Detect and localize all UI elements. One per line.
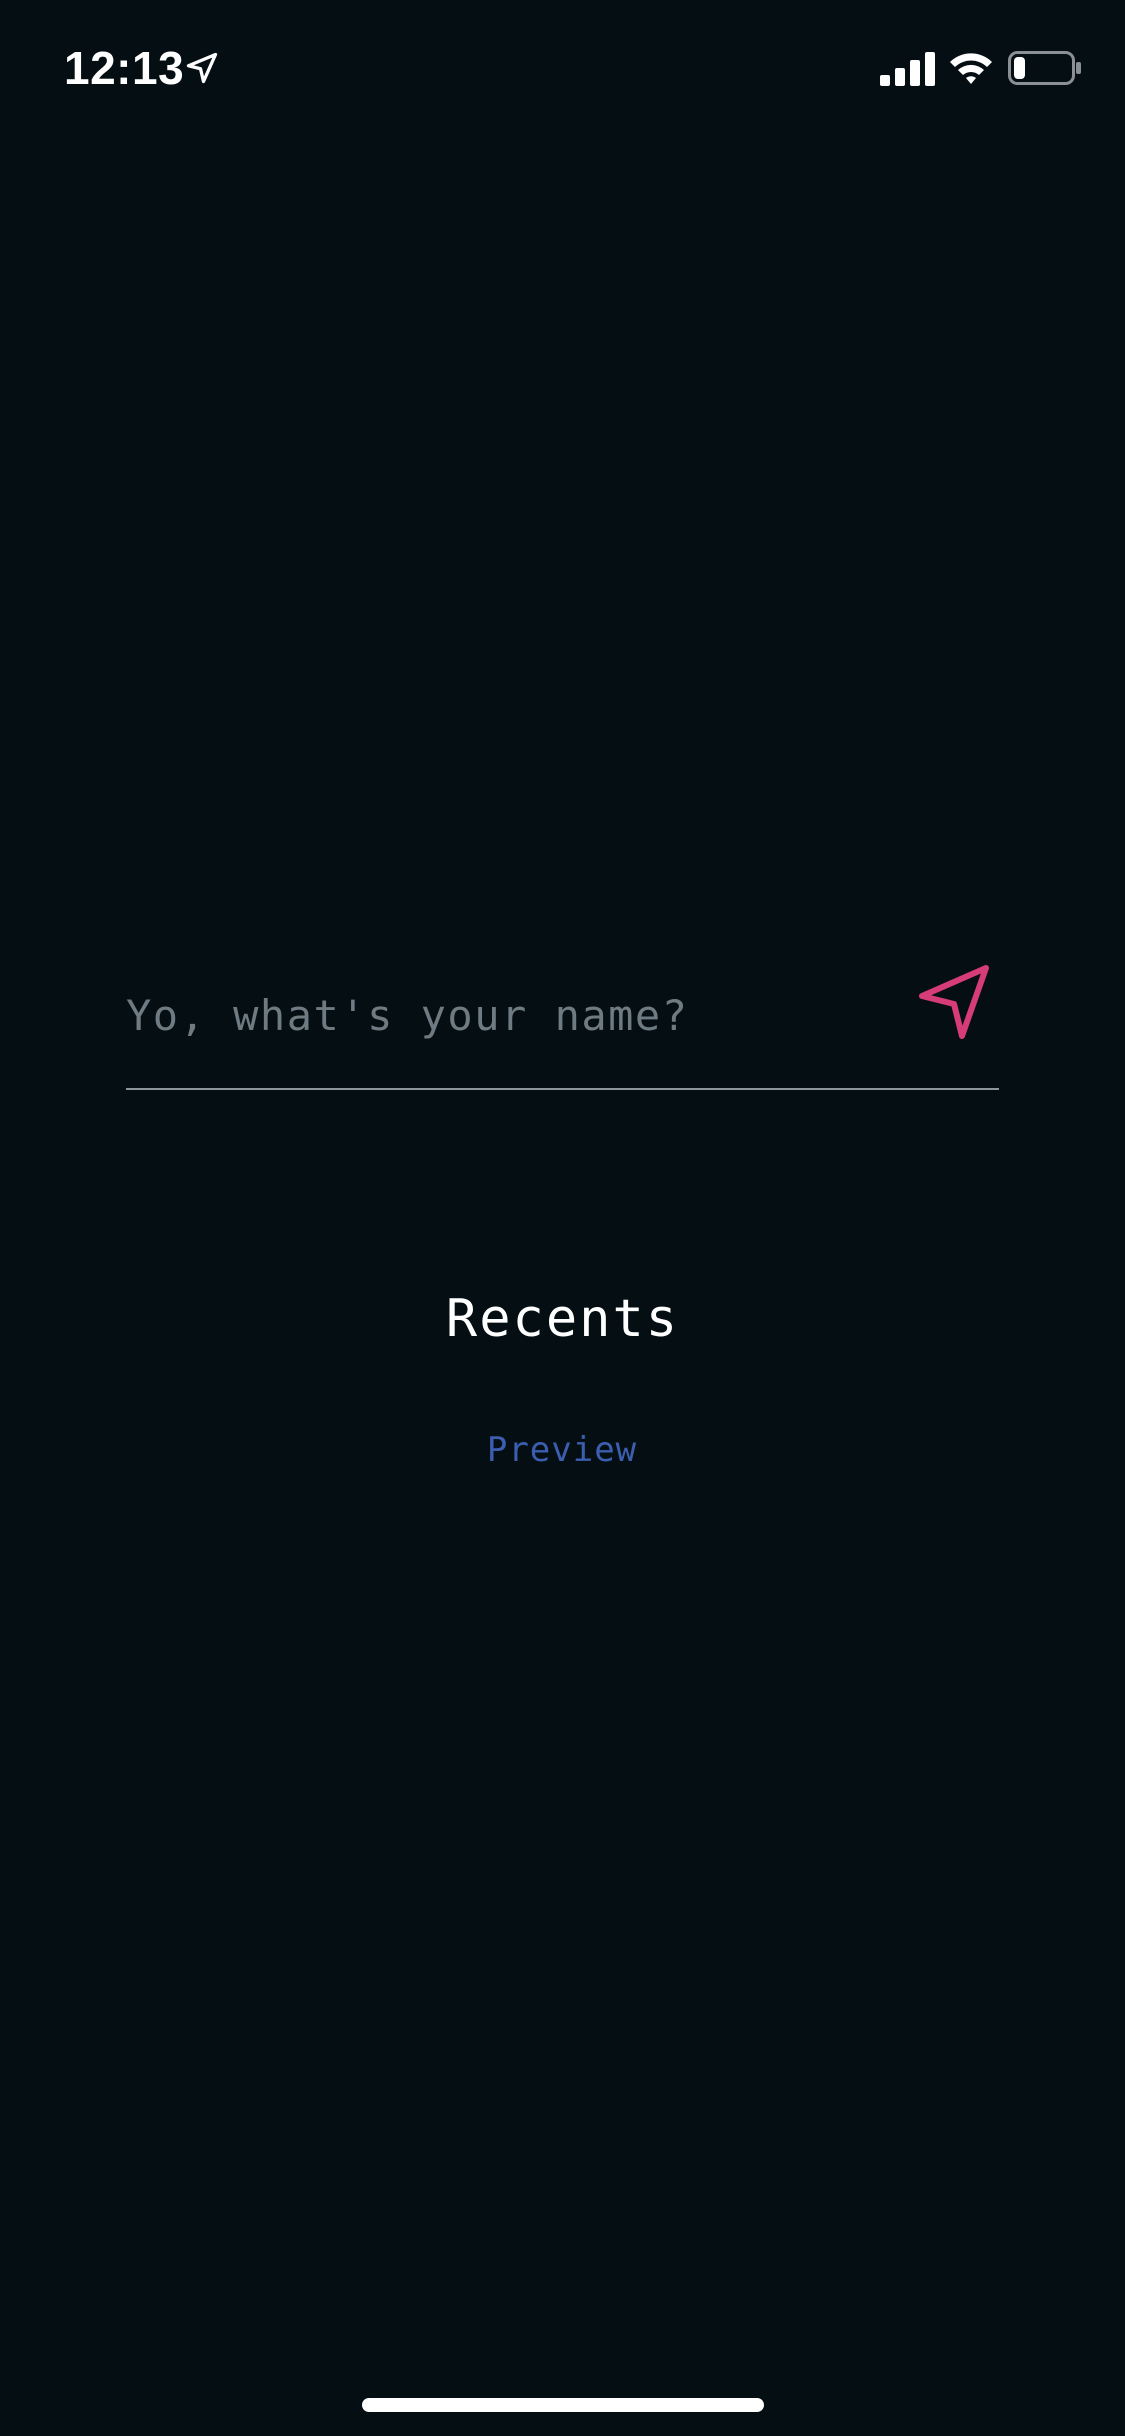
location-arrow-icon [186, 52, 218, 84]
name-input[interactable] [126, 960, 886, 1070]
cellular-signal-icon [880, 52, 935, 86]
home-indicator[interactable] [362, 2398, 764, 2412]
input-underline [126, 1088, 999, 1090]
send-icon[interactable] [914, 962, 998, 1046]
recent-item-preview[interactable]: Preview [412, 1424, 712, 1476]
battery-icon [1008, 51, 1081, 85]
recents-title: Recents [445, 1289, 680, 1349]
wifi-icon [950, 53, 992, 84]
status-time: 12:13 [64, 42, 185, 94]
status-bar: 12:13 [0, 0, 1125, 132]
name-field [126, 960, 999, 1090]
